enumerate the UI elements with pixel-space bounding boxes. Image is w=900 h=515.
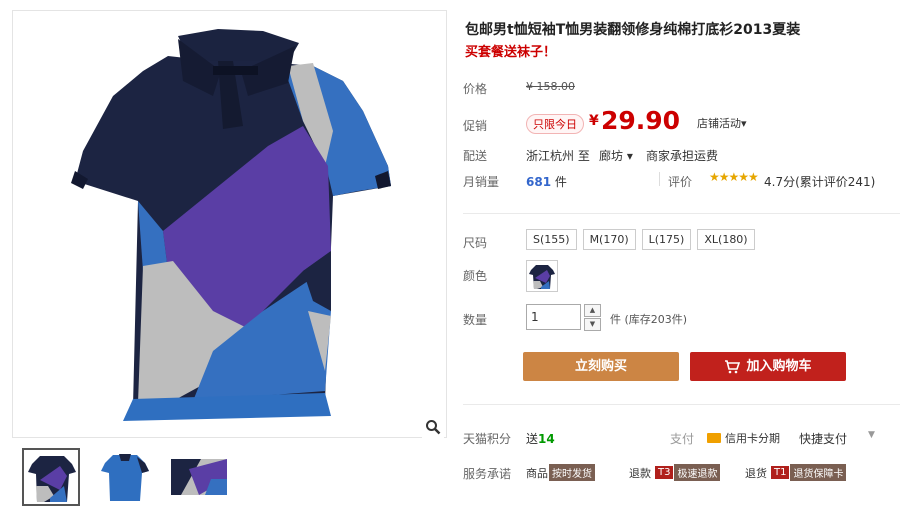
credit-card-icon — [707, 433, 721, 443]
sales-number: 681 — [526, 175, 552, 189]
promo-tag: 只限今日 — [526, 114, 584, 134]
promo-price: 29.90 — [601, 106, 681, 135]
rating-label: 评价 — [668, 175, 693, 189]
polo-shirt-illustration — [71, 29, 391, 421]
promo-label: 促销 — [463, 119, 488, 133]
points-value: 送14 — [526, 430, 555, 447]
size-label: 尺码 — [463, 236, 488, 250]
zoom-icon[interactable] — [422, 416, 444, 438]
product-title: 包邮男t恤短袖T恤男装翻领修身纯棉打底衫2013夏装 — [465, 22, 801, 38]
service-goods-badge: 按时发货 — [549, 464, 595, 481]
thumbnail-2[interactable] — [96, 448, 154, 506]
sales-unit: 件 — [554, 175, 567, 189]
currency-symbol: ¥ — [589, 113, 599, 129]
shipping-label: 配送 — [463, 149, 488, 163]
divider — [463, 404, 900, 405]
quantity-input[interactable] — [526, 304, 581, 330]
thumbnail-strip — [22, 448, 228, 506]
service-goods-prefix: 商品 — [526, 466, 548, 480]
service-goods[interactable]: 商品 按时发货 — [526, 464, 595, 481]
size-options: S(155) M(170) L(175) XL(180) — [526, 229, 755, 250]
credit-installment-link[interactable]: 信用卡分期 — [707, 430, 780, 446]
quantity-increase-button[interactable]: ▲ — [584, 304, 601, 317]
size-option-l[interactable]: L(175) — [641, 229, 692, 250]
add-to-cart-label: 加入购物车 — [746, 359, 812, 374]
service-return-badge: 退货保障卡 — [790, 464, 847, 481]
service-return[interactable]: 退货 T1 退货保障卡 — [745, 464, 847, 481]
sales-label: 月销量 — [463, 175, 500, 189]
points-label: 天猫积分 — [463, 432, 512, 446]
service-return-prefix: 退货 — [745, 466, 767, 480]
service-refund[interactable]: 退款 T3 极速退款 — [629, 464, 721, 481]
size-option-xl[interactable]: XL(180) — [697, 229, 755, 250]
service-refund-tier: T3 — [655, 466, 674, 479]
service-refund-badge: 极速退款 — [674, 464, 721, 481]
quick-pay-link[interactable]: 快捷支付 — [799, 430, 847, 447]
color-label: 颜色 — [463, 269, 488, 283]
buy-now-button[interactable]: 立刻购买 — [523, 352, 679, 381]
cart-icon — [725, 359, 741, 373]
price-label: 价格 — [463, 82, 488, 96]
shipping-origin: 浙江杭州 至 — [526, 149, 590, 163]
payment-expand-icon[interactable]: ▼ — [868, 430, 875, 440]
rating-stars-icon: ★★★★★ — [709, 170, 759, 184]
payment-label: 支付 — [670, 432, 695, 446]
quantity-decrease-button[interactable]: ▼ — [584, 318, 601, 331]
size-option-s[interactable]: S(155) — [526, 229, 577, 250]
credit-installment-label: 信用卡分期 — [725, 432, 780, 445]
service-label: 服务承诺 — [463, 467, 512, 481]
shipping-destination-dropdown[interactable]: 廊坊 ▾ — [599, 147, 633, 164]
quantity-label: 数量 — [463, 313, 488, 327]
divider — [659, 172, 660, 186]
original-price: ¥ 158.00 — [526, 80, 575, 93]
rating-link[interactable]: 4.7分(累计评价241) — [764, 173, 875, 190]
service-refund-prefix: 退款 — [629, 466, 651, 480]
thumbnail-3[interactable] — [170, 448, 228, 506]
color-swatch[interactable] — [526, 260, 558, 292]
product-info-panel: 包邮男t恤短袖T恤男装翻领修身纯棉打底衫2013夏装 买套餐送袜子！ 价格 ¥ … — [463, 0, 900, 515]
points-prefix: 送 — [526, 432, 539, 446]
service-return-tier: T1 — [771, 466, 790, 479]
product-subtitle: 买套餐送袜子！ — [465, 45, 557, 60]
main-product-image[interactable] — [12, 10, 447, 438]
add-to-cart-button[interactable]: 加入购物车 — [690, 352, 846, 381]
divider — [463, 213, 900, 214]
shipping-fee: 商家承担运费 — [646, 149, 719, 163]
stock-info: 件 (库存203件) — [610, 313, 688, 326]
points-number: 14 — [538, 432, 555, 446]
size-option-m[interactable]: M(170) — [582, 229, 636, 250]
thumbnail-1[interactable] — [22, 448, 80, 506]
sales-count: 681 件 — [526, 173, 567, 190]
shop-activity-dropdown[interactable]: 店铺活动▾ — [697, 115, 747, 131]
